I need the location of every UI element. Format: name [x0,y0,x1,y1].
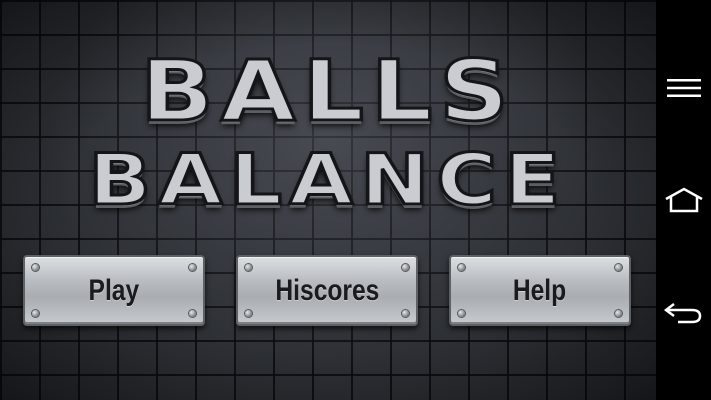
screw-icon [615,264,622,271]
screw-icon [245,264,252,271]
hiscores-button-label: Hiscores [275,273,379,307]
screw-icon [458,264,465,271]
screw-icon [245,310,252,317]
screw-icon [189,310,196,317]
home-icon [664,187,703,213]
screw-icon [32,264,39,271]
play-button[interactable]: Play [23,255,205,326]
hiscores-button[interactable]: Hiscores [236,255,418,326]
screw-icon [189,264,196,271]
android-navigation-bar [656,0,711,400]
game-screen: BALLS BALANCE Play Hiscores Help [0,0,656,400]
screw-icon [458,310,465,317]
help-button-label: Help [513,273,567,307]
back-button[interactable] [656,282,711,342]
screw-icon [32,310,39,317]
play-button-label: Play [88,273,140,307]
menu-icon [666,79,701,97]
screw-icon [402,310,409,317]
menu-button[interactable] [656,58,711,118]
screw-icon [615,310,622,317]
home-button[interactable] [656,170,711,230]
help-button[interactable]: Help [449,255,631,326]
game-title-line1: BALLS [138,42,516,140]
game-title-line2: BALANCE [87,139,568,222]
back-icon [663,303,701,324]
screw-icon [402,264,409,271]
